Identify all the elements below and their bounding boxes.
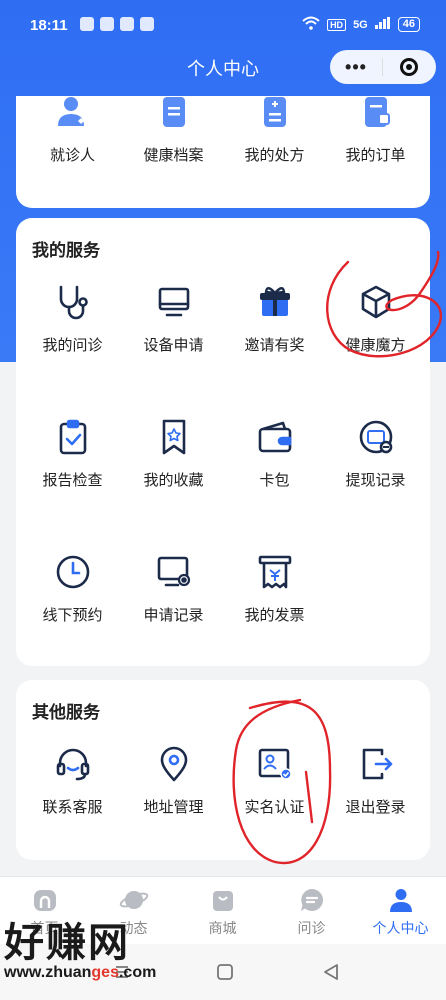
shortcut-label: 我的订单 xyxy=(345,147,406,164)
invoice-icon xyxy=(253,550,297,594)
cube-icon xyxy=(354,280,398,324)
service-card-wallet[interactable]: 卡包 xyxy=(223,415,326,490)
tab-shop[interactable]: 商城 xyxy=(178,885,267,938)
service-device-apply[interactable]: 设备申请 xyxy=(122,280,225,355)
clipboard-check-icon xyxy=(51,415,95,459)
shortcut-health-record[interactable]: 健康档案 xyxy=(122,90,225,165)
service-address-manage[interactable]: 地址管理 xyxy=(122,742,225,817)
service-label: 地址管理 xyxy=(143,799,204,816)
shortcut-patient[interactable]: 就诊人 xyxy=(21,90,124,165)
watermark-url-suffix: .com xyxy=(118,964,157,981)
shortcut-label: 健康档案 xyxy=(143,147,204,164)
back-button[interactable] xyxy=(322,963,340,986)
patient-icon xyxy=(51,90,95,134)
service-my-consultation[interactable]: 我的问诊 xyxy=(21,280,124,355)
site-watermark: 好赚网 www.zhuanges.com xyxy=(4,910,156,982)
service-label: 我的问诊 xyxy=(42,337,103,354)
tab-profile[interactable]: 个人中心 xyxy=(356,885,445,938)
chat-icon xyxy=(297,885,327,915)
service-contact-support[interactable]: 联系客服 xyxy=(21,742,124,817)
user-icon xyxy=(386,885,416,915)
service-label: 健康魔方 xyxy=(345,337,406,354)
stethoscope-icon xyxy=(51,280,95,324)
service-report-check[interactable]: 报告检查 xyxy=(21,415,124,490)
tab-label: 问诊 xyxy=(297,920,326,936)
square-icon xyxy=(217,964,233,980)
monitor-icon xyxy=(152,280,196,324)
service-label: 我的发票 xyxy=(244,607,305,624)
tab-consult[interactable]: 问诊 xyxy=(267,885,356,938)
signal-icon xyxy=(374,17,391,32)
service-label: 我的收藏 xyxy=(143,472,204,489)
service-logout[interactable]: 退出登录 xyxy=(324,742,427,817)
location-pin-icon xyxy=(152,742,196,786)
gift-icon xyxy=(253,280,297,324)
service-label: 邀请有奖 xyxy=(244,337,305,354)
shortcut-order[interactable]: 我的订单 xyxy=(324,90,427,165)
withdraw-record-icon xyxy=(354,415,398,459)
logout-icon xyxy=(354,742,398,786)
status-indicators: HD 5G 46 xyxy=(302,16,420,33)
service-label: 卡包 xyxy=(259,472,290,489)
shop-bag-icon xyxy=(208,885,238,915)
service-real-name-auth[interactable]: 实名认证 xyxy=(223,742,326,817)
shortcut-prescription[interactable]: 我的处方 xyxy=(223,90,326,165)
service-label: 实名认证 xyxy=(244,799,305,816)
signal-network: 5G xyxy=(353,18,368,31)
shortcut-card: 就诊人 健康档案 我的处方 我的订单 xyxy=(16,96,430,208)
watermark-url: www.zhuanges.com xyxy=(4,964,156,982)
tab-label: 个人中心 xyxy=(372,920,429,936)
watermark-url-highlight: ges xyxy=(91,964,119,981)
service-label: 报告检查 xyxy=(42,472,103,489)
more-button[interactable]: ••• xyxy=(330,57,382,78)
service-application-record[interactable]: 申请记录 xyxy=(122,550,225,625)
service-label: 退出登录 xyxy=(345,799,406,816)
translate-icon xyxy=(120,17,134,31)
other-services-title: 其他服务 xyxy=(32,703,100,722)
shortcut-label: 就诊人 xyxy=(49,147,95,164)
message-icon xyxy=(100,17,114,31)
my-services-card: 我的服务 我的问诊 设备申请 邀请有奖 健康魔方 报告检查 我的收藏 卡包 提现… xyxy=(16,218,430,666)
service-label: 提现记录 xyxy=(345,472,406,489)
status-time: 18:11 xyxy=(30,17,68,34)
status-app-icons xyxy=(80,17,154,31)
home-button[interactable] xyxy=(216,963,234,986)
status-bar: 18:11 HD 5G 46 xyxy=(0,0,446,50)
id-card-icon xyxy=(253,742,297,786)
service-invite-reward[interactable]: 邀请有奖 xyxy=(223,280,326,355)
wifi-icon xyxy=(302,16,320,33)
battery-indicator: 46 xyxy=(397,17,420,32)
headset-icon xyxy=(51,742,95,786)
hd-badge: HD xyxy=(327,18,347,31)
bookmark-icon xyxy=(152,415,196,459)
order-icon xyxy=(354,90,398,134)
shortcut-label: 我的处方 xyxy=(244,147,305,164)
prescription-icon xyxy=(253,90,297,134)
my-services-title: 我的服务 xyxy=(32,241,100,260)
miniprogram-capsule: ••• xyxy=(330,50,436,84)
back-triangle-icon xyxy=(324,964,338,980)
service-label: 线下预约 xyxy=(42,607,103,624)
service-label: 申请记录 xyxy=(143,607,204,624)
service-offline-booking[interactable]: 线下预约 xyxy=(21,550,124,625)
service-label: 联系客服 xyxy=(42,799,103,816)
service-label: 设备申请 xyxy=(143,337,204,354)
target-icon xyxy=(400,58,418,76)
other-services-card: 其他服务 联系客服 地址管理 实名认证 退出登录 xyxy=(16,680,430,860)
watermark-url-prefix: www.zhuan xyxy=(4,964,92,981)
wechat-icon xyxy=(80,17,94,31)
service-withdraw-record[interactable]: 提现记录 xyxy=(324,415,427,490)
close-miniprogram-button[interactable] xyxy=(383,58,435,76)
service-my-favorites[interactable]: 我的收藏 xyxy=(122,415,225,490)
service-my-invoice[interactable]: 我的发票 xyxy=(223,550,326,625)
watermark-brand: 好赚网 xyxy=(4,921,130,965)
wallet-icon xyxy=(253,415,297,459)
application-record-icon xyxy=(152,550,196,594)
service-health-cube[interactable]: 健康魔方 xyxy=(324,280,427,355)
app-icon xyxy=(140,17,154,31)
tab-label: 商城 xyxy=(208,920,237,936)
clock-icon xyxy=(51,550,95,594)
health-record-icon xyxy=(152,90,196,134)
